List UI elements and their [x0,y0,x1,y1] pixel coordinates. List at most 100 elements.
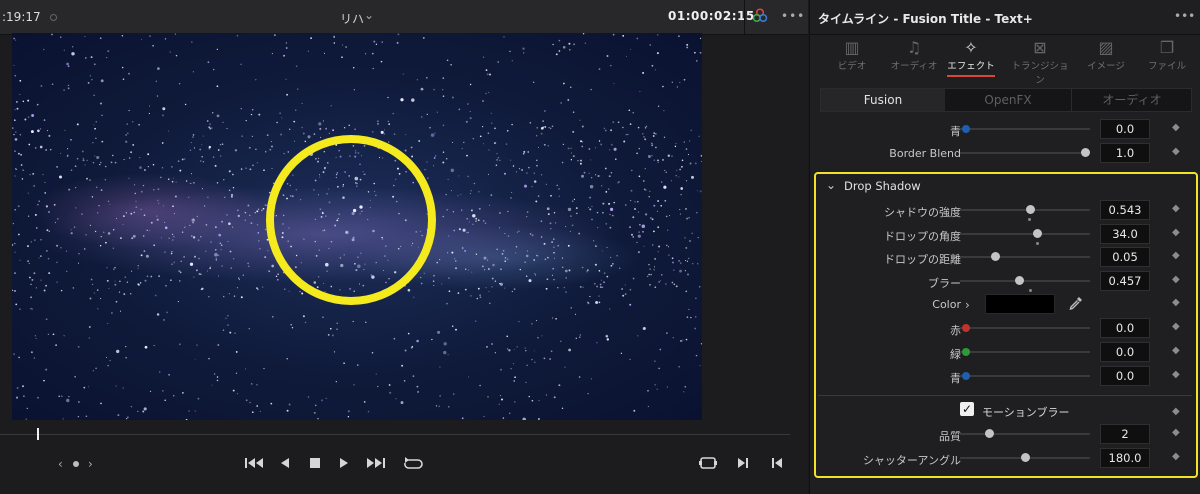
subtab-audio[interactable]: オーディオ [1071,89,1192,111]
reverse-play-icon[interactable] [279,456,291,470]
previous-frame-icon[interactable] [770,456,784,470]
clip-name-dropdown[interactable]: リハ [340,10,364,27]
keyframe-icon[interactable]: ◆ [1172,297,1180,308]
param-label: 青 [950,372,961,385]
keyframe-icon[interactable]: ◆ [1172,406,1180,417]
param-slider-thumb[interactable] [985,429,994,438]
play-icon[interactable] [338,456,350,470]
param-value-field[interactable]: 180.0 [1100,448,1150,468]
tab-file-label: ファイル [1147,61,1186,72]
tab-transition[interactable]: ⊠ トランジション [1008,38,1072,86]
chevron-down-icon[interactable]: ⌄ [364,8,374,22]
param-slider-track[interactable] [960,209,1090,211]
blue-channel-dot [962,372,970,380]
param-slider-thumb[interactable] [1021,453,1030,462]
jump-to-start-icon[interactable] [244,456,264,470]
param-slider-track[interactable] [960,152,1090,154]
default-marker [1036,242,1039,245]
stop-icon[interactable] [308,456,322,470]
keyframe-icon[interactable]: ◆ [1172,203,1180,214]
param-slider-thumb[interactable] [1026,205,1035,214]
param-label: 青 [950,125,961,138]
drop-shadow-header[interactable]: Drop Shadow [844,179,921,193]
param-label: Color [932,298,961,311]
inspector-divider [810,34,1200,35]
param-row-green: 緑 0.0 ◆ [810,341,1200,363]
next-frame-icon[interactable] [736,456,750,470]
keyframe-icon[interactable]: ◆ [1172,345,1180,356]
param-slider-track[interactable] [960,327,1090,329]
param-value-field[interactable]: 0.543 [1100,200,1150,220]
color-wheel-icon[interactable] [752,8,768,24]
keyframe-icon[interactable]: ◆ [1172,146,1180,157]
active-tab-indicator [947,75,995,77]
tab-audio[interactable]: ♫ オーディオ [882,38,946,78]
tab-effects[interactable]: ✧ エフェクト [939,38,1003,78]
chevron-right-icon[interactable]: › [965,298,970,312]
film-icon: ▥ [844,38,860,57]
param-slider-track[interactable] [960,351,1090,353]
param-value-field[interactable]: 0.0 [1100,342,1150,362]
param-value-field[interactable]: 0.0 [1100,318,1150,338]
param-slider-track[interactable] [960,375,1090,377]
param-slider-thumb[interactable] [1033,229,1042,238]
jump-to-end-icon[interactable] [366,456,386,470]
motion-blur-checkbox[interactable]: ✓ [960,402,974,416]
tab-video[interactable]: ▥ ビデオ [820,38,884,78]
param-slider-thumb[interactable] [1081,148,1090,157]
subtab-openfx[interactable]: OpenFX [946,89,1070,111]
shadow-color-swatch[interactable] [985,294,1055,314]
keyframe-icon[interactable]: ◆ [1172,227,1180,238]
param-label: Border Blend [889,147,961,160]
param-value-field[interactable]: 34.0 [1100,224,1150,244]
param-value-field[interactable]: 2 [1100,424,1150,444]
param-value-field[interactable]: 1.0 [1100,143,1150,163]
param-value-field[interactable]: 0.457 [1100,271,1150,291]
match-frame-icon[interactable] [698,456,718,470]
keyframe-icon[interactable]: ◆ [1172,274,1180,285]
subtab-fusion[interactable]: Fusion [821,89,945,111]
param-slider-track[interactable] [960,233,1090,235]
green-channel-dot [962,348,970,356]
tab-image[interactable]: ▨ イメージ [1074,38,1138,78]
param-value-field[interactable]: 0.05 [1100,247,1150,267]
viewer-panel: :19:17 リハ ⌄ 01:00:02:15 ••• ‹ › [0,0,808,494]
eyedropper-icon[interactable] [1068,295,1084,311]
playhead[interactable] [37,428,39,440]
keyframe-icon[interactable]: ◆ [1172,122,1180,133]
keyframe-icon[interactable]: ◆ [1172,369,1180,380]
clip-marker-dot[interactable] [73,461,79,467]
chevron-down-icon[interactable]: ⌄ [826,178,836,192]
previous-clip-icon[interactable]: ‹ [58,457,63,471]
scrubber-track[interactable] [0,434,790,435]
viewer-options-icon[interactable]: ••• [781,9,805,23]
keyframe-icon[interactable]: ◆ [1172,321,1180,332]
param-label: ブラー [928,277,961,290]
param-slider-thumb[interactable] [991,252,1000,261]
param-value-field[interactable]: 0.0 [1100,119,1150,139]
next-clip-icon[interactable]: › [88,457,93,471]
magic-wand-icon: ✧ [964,38,978,57]
param-row-red: 赤 0.0 ◆ [810,317,1200,339]
param-slider-track[interactable] [960,433,1090,435]
loop-icon[interactable] [402,455,424,471]
param-label: シャッターアングル [862,454,961,467]
param-slider-track[interactable] [960,256,1090,258]
keyframe-icon[interactable]: ◆ [1172,250,1180,261]
keyframe-icon[interactable]: ◆ [1172,427,1180,438]
param-label: 品質 [939,430,961,443]
inspector-options-icon[interactable]: ••• [1174,9,1195,23]
param-label: 緑 [950,348,961,361]
param-row-blue-top: 青 0.0 ◆ [810,118,1200,140]
default-marker [1029,289,1032,292]
keyframe-icon[interactable]: ◆ [1172,451,1180,462]
param-slider-thumb[interactable] [1015,276,1024,285]
group-divider [818,395,1192,396]
param-label: 赤 [950,324,961,337]
param-value-field[interactable]: 0.0 [1100,366,1150,386]
tab-file[interactable]: ❐ ファイル [1135,38,1199,78]
param-slider-track[interactable] [960,128,1090,130]
param-slider-track[interactable] [960,280,1090,282]
tab-image-label: イメージ [1087,61,1125,72]
param-label: シャドウの強度 [884,206,961,219]
